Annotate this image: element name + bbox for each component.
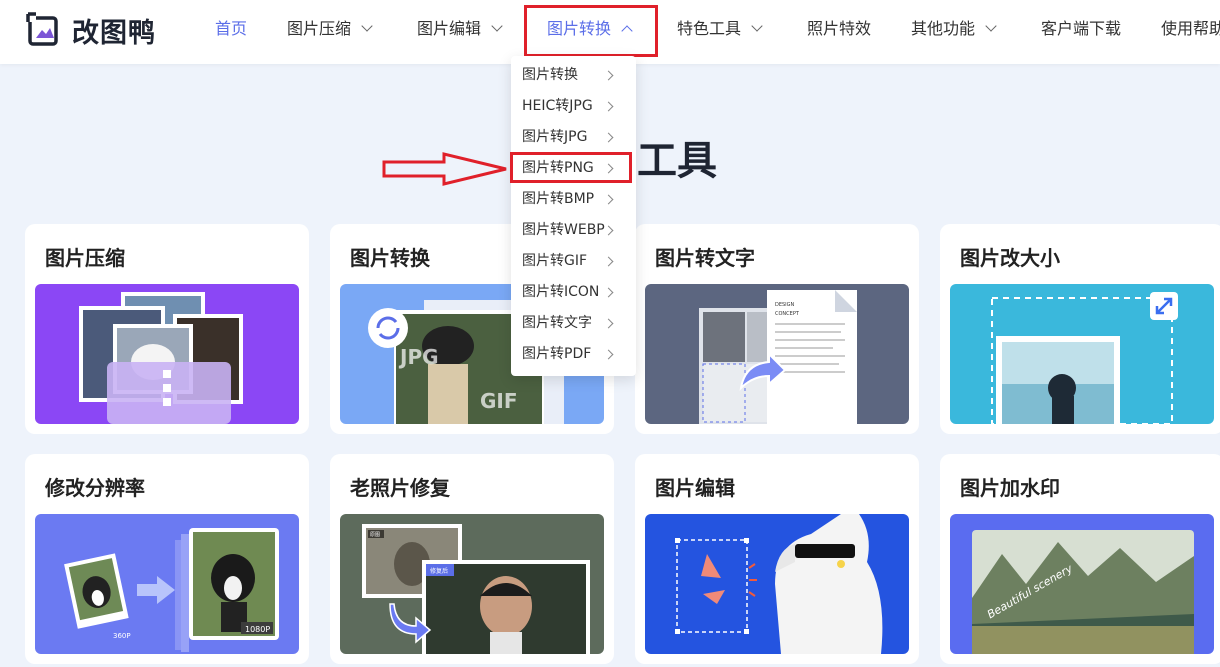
dropdown-item-label: 图片转PDF [522, 346, 592, 362]
nav-item-label: 其他功能 [911, 19, 976, 38]
nav-item-label: 客户端下载 [1041, 19, 1122, 38]
brand-logo[interactable]: 改图鸭 [26, 12, 156, 49]
nav-item-image-edit[interactable]: 图片编辑 [417, 0, 503, 58]
chevron-down-icon [751, 20, 763, 32]
nav-item-label: 首页 [215, 19, 248, 38]
nav-item-label: 使用帮助 [1161, 19, 1220, 38]
tool-card-illustration [35, 284, 299, 424]
tool-card-image-compress[interactable]: 图片压缩 [25, 224, 309, 434]
nav-item-client-download[interactable]: 客户端下载 [1041, 0, 1121, 58]
chevron-down-icon [361, 20, 373, 32]
tool-card-image-edit[interactable]: 图片编辑 [635, 454, 919, 664]
chevron-right-icon [603, 132, 614, 143]
dropdown-item[interactable]: 图片转文字 [511, 308, 636, 339]
tool-card-illustration: Beautiful scenery [950, 514, 1214, 654]
nav-item-special-tools[interactable]: 特色工具 [677, 0, 763, 58]
tool-card-title: 图片编辑 [655, 476, 735, 500]
tool-card-title: 老照片修复 [350, 476, 450, 500]
tool-card-illustration: DESIGN CONCEPT [645, 284, 909, 424]
tool-card-title: 图片转文字 [655, 246, 755, 270]
nav-item-label: 特色工具 [677, 19, 742, 38]
dropdown-item-label: HEIC转JPG [522, 98, 593, 114]
chevron-down-icon [491, 20, 503, 32]
dropdown-highlight-annotation [510, 152, 632, 183]
doc-concept-text: CONCEPT [775, 311, 800, 317]
nav-item-photo-effects[interactable]: 照片特效 [807, 0, 871, 58]
dropdown-item[interactable]: 图片转JPG [511, 122, 636, 153]
dropdown-item-label: 图片转WEBP [522, 222, 605, 238]
low-res-label: 360P [113, 632, 131, 640]
nav-highlight-annotation [524, 5, 658, 57]
logo-icon [26, 12, 62, 48]
dropdown-item-label: 图片转ICON [522, 284, 600, 300]
chevron-right-icon [603, 349, 614, 360]
gif-label: GIF [480, 389, 518, 413]
dropdown-item-label: 图片转GIF [522, 253, 588, 269]
brand-name: 改图鸭 [72, 17, 156, 49]
tool-card-change-resolution[interactable]: 修改分辨率 360P 1080P [25, 454, 309, 664]
nav-item-image-compress[interactable]: 图片压缩 [287, 0, 373, 58]
dropdown-item[interactable]: 图片转换 [511, 60, 636, 91]
tool-card-old-photo-restore[interactable]: 老照片修复 原图 修复后 [330, 454, 614, 664]
tool-card-image-resize[interactable]: 图片改大小 [940, 224, 1220, 434]
tool-card-title: 图片加水印 [960, 476, 1060, 500]
tool-card-title: 图片转换 [350, 246, 430, 270]
after-label: 修复后 [430, 567, 448, 575]
high-res-label: 1080P [245, 625, 270, 634]
tool-card-illustration [950, 284, 1214, 424]
chevron-down-icon [985, 20, 997, 32]
dropdown-item-label: 图片转BMP [522, 191, 595, 207]
doc-design-text: DESIGN [775, 302, 795, 308]
nav-item-home[interactable]: 首页 [215, 0, 247, 58]
tool-card-image-to-text[interactable]: 图片转文字 DESIGN CONCEPT [635, 224, 919, 434]
dropdown-item[interactable]: 图片转GIF [511, 246, 636, 277]
dropdown-item-label: 图片转JPG [522, 129, 588, 145]
chevron-right-icon [603, 256, 614, 267]
annotation-arrow-icon [382, 152, 507, 186]
before-label: 原图 [370, 532, 380, 538]
chevron-right-icon [603, 318, 614, 329]
chevron-right-icon [603, 194, 614, 205]
nav-item-label: 图片压缩 [287, 19, 352, 38]
image-convert-dropdown: 图片转换 HEIC转JPG 图片转JPG 图片转PNG 图片转BMP 图片转WEBP 图片转… [511, 56, 636, 376]
tool-card-image-watermark[interactable]: 图片加水印 Beautiful scenery [940, 454, 1220, 664]
chevron-right-icon [603, 225, 614, 236]
nav-item-other-functions[interactable]: 其他功能 [911, 0, 997, 58]
dropdown-item-label: 图片转文字 [522, 315, 592, 331]
nav-item-help[interactable]: 使用帮助 [1161, 0, 1220, 58]
tool-card-title: 图片改大小 [960, 246, 1060, 270]
dropdown-item[interactable]: 图片转PDF [511, 339, 636, 370]
jpg-label: JPG [398, 345, 439, 369]
tool-card-illustration: 360P 1080P [35, 514, 299, 654]
tool-card-title: 图片压缩 [45, 246, 125, 270]
tool-card-title: 修改分辨率 [45, 476, 145, 500]
dropdown-item[interactable]: 图片转ICON [511, 277, 636, 308]
chevron-right-icon [603, 287, 614, 298]
dropdown-item-label: 图片转换 [522, 67, 578, 83]
tool-card-illustration [645, 514, 909, 654]
nav-item-label: 图片编辑 [417, 19, 482, 38]
page-title: 工具 [637, 138, 717, 184]
dropdown-item[interactable]: HEIC转JPG [511, 91, 636, 122]
chevron-right-icon [603, 101, 614, 112]
dropdown-item[interactable]: 图片转BMP [511, 184, 636, 215]
chevron-right-icon [603, 70, 614, 81]
tool-card-illustration: 原图 修复后 [340, 514, 604, 654]
dropdown-item[interactable]: 图片转WEBP [511, 215, 636, 246]
nav-item-label: 照片特效 [807, 19, 872, 38]
